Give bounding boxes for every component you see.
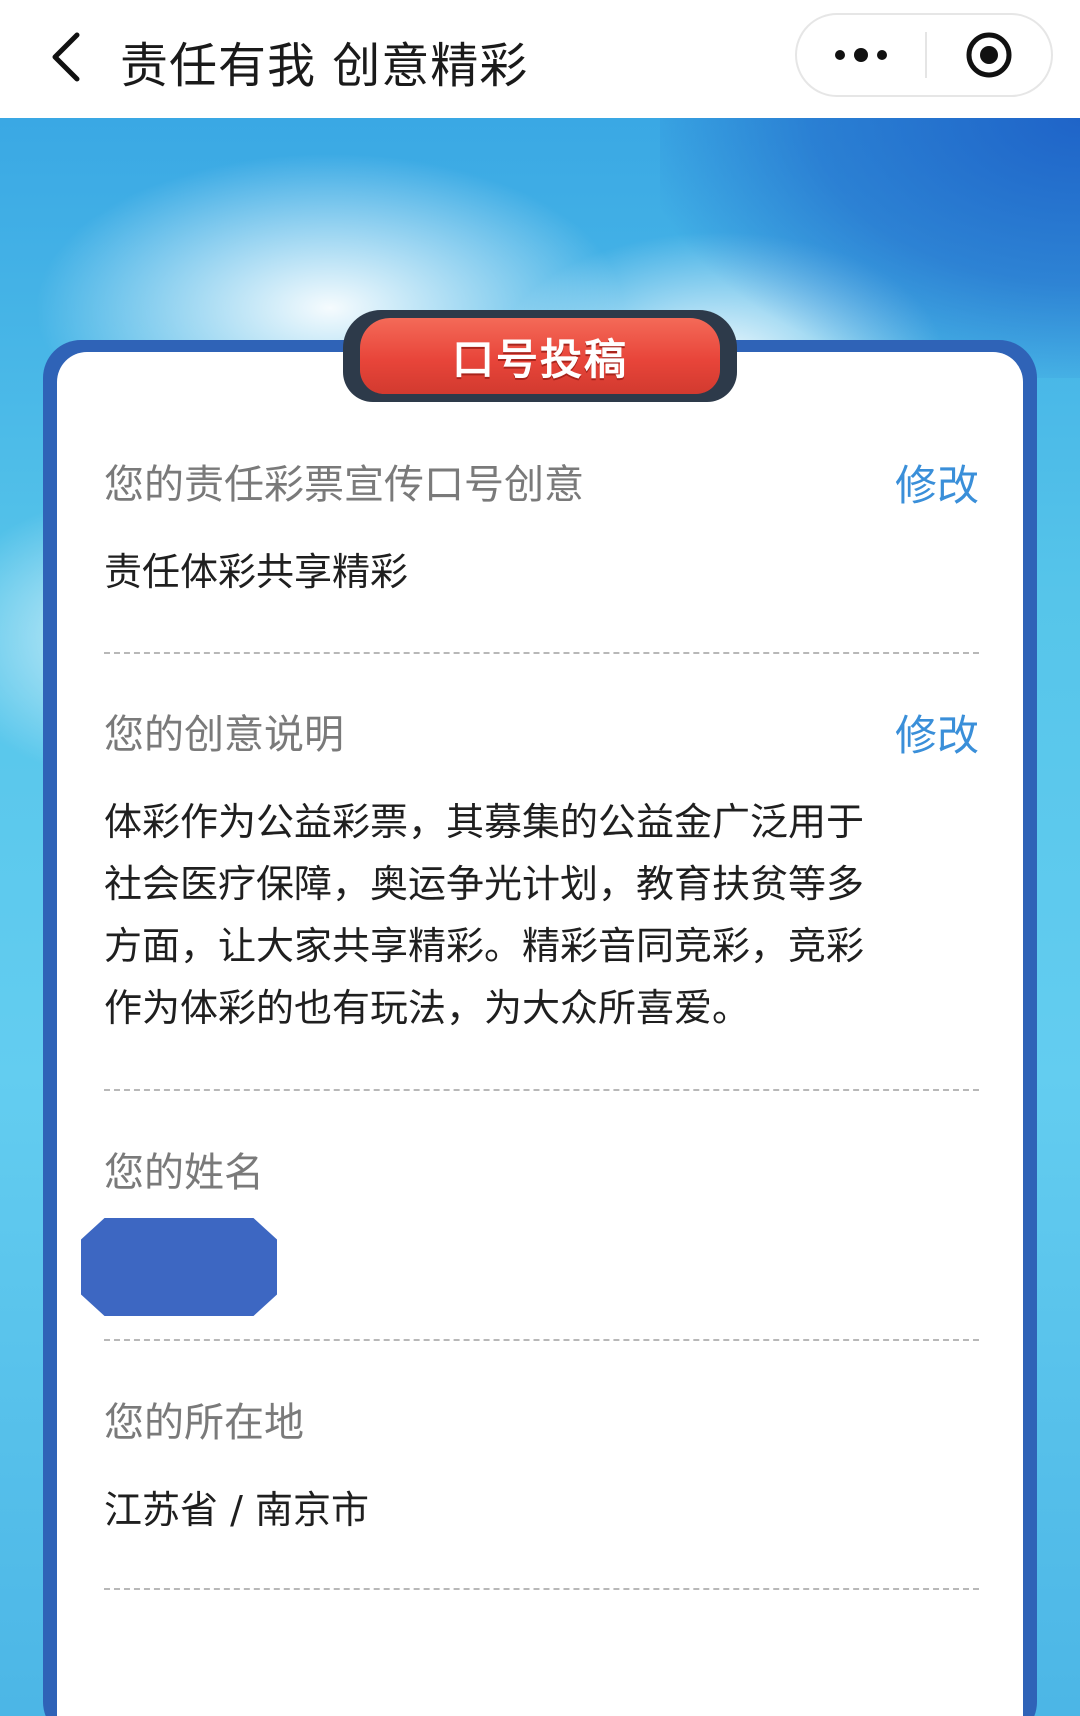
slogan-value: 责任体彩共享精彩 [104,550,409,594]
description-line: 作为体彩的也有玩法，为大众所喜爱。 [104,986,751,1030]
location-value: 江苏省 / 南京市 [104,1488,369,1532]
description-value: 体彩作为公益彩票，其募集的公益金广泛用于 社会医疗保障，奥运争光计划，教育扶贫等… [104,791,979,1039]
close-capsule-icon [966,32,1012,78]
name-label: 您的姓名 [104,1150,264,1196]
edit-slogan-button[interactable]: 修改 [895,452,979,513]
description-label: 您的创意说明 [104,712,344,758]
card-header-title: 口号投稿 [451,334,628,384]
description-line: 体彩作为公益彩票，其募集的公益金广泛用于 [104,800,865,844]
edit-description-button[interactable]: 修改 [895,702,979,763]
description-line: 社会医疗保障，奥运争光计划，教育扶贫等多 [104,862,865,906]
header-ribbon: 口号投稿 [360,318,720,394]
more-button[interactable] [797,15,925,95]
redacted-name [81,1218,277,1316]
divider [104,652,979,654]
mini-program-capsule [795,13,1053,97]
close-mini-program-button[interactable] [927,15,1051,95]
location-label: 您的所在地 [104,1400,304,1446]
page-title: 责任有我 创意精彩 [120,38,529,94]
slogan-section: 您的责任彩票宣传口号创意 修改 责任体彩共享精彩 [104,452,979,662]
description-section: 您的创意说明 修改 体彩作为公益彩票，其募集的公益金广泛用于 社会医疗保障，奥运… [104,702,979,1102]
back-icon [52,32,80,82]
name-section: 您的姓名 [81,1140,979,1350]
description-line: 方面，让大家共享精彩。精彩音同竞彩，竞彩 [104,924,865,968]
more-icon [835,48,887,62]
divider [104,1588,979,1590]
slogan-label: 您的责任彩票宣传口号创意 [104,462,584,508]
top-navigation-bar: 责任有我 创意精彩 [0,0,1080,118]
divider [104,1339,979,1341]
divider [104,1089,979,1091]
back-button[interactable] [36,22,96,92]
location-section: 您的所在地 江苏省 / 南京市 [104,1390,979,1600]
